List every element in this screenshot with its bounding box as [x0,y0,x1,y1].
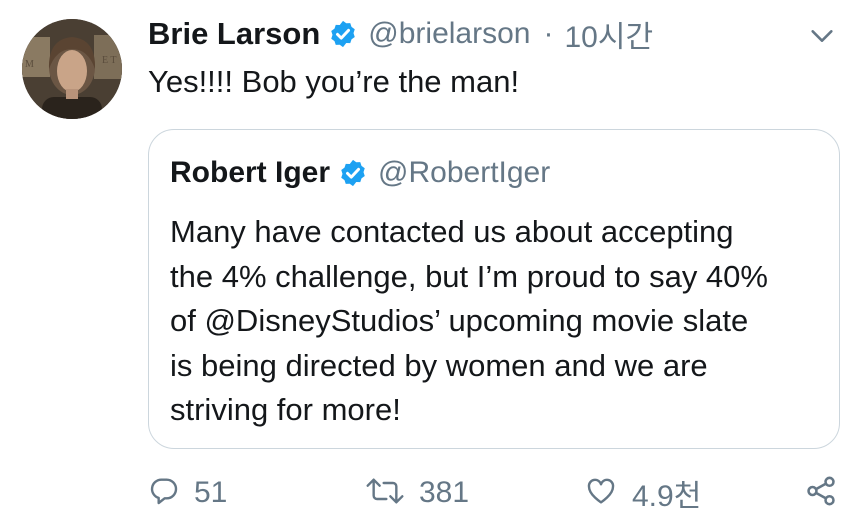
quoted-tweet[interactable]: Robert Iger @RobertIger Many have contac… [148,129,840,449]
quoted-author-handle: @RobertIger [378,156,551,189]
verified-badge-icon [338,158,368,188]
separator-dot: · [543,17,554,50]
quoted-tweet-text: Many have contacted us about accepting t… [170,210,820,433]
quoted-text-line: is being directed by women and we are [170,347,708,383]
like-button[interactable]: 4.9천 [584,470,701,516]
tweet-actions: 51 381 4.9천 [0,470,850,520]
quoted-text-line: the 4% challenge, but I’m proud to say 4… [170,258,768,294]
avatar-image: M E T [22,19,122,119]
tweet-timestamp[interactable]: 10시간 [564,12,653,56]
retweet-count: 381 [419,476,470,509]
author-name[interactable]: Brie Larson [148,16,320,52]
reply-count: 51 [194,476,228,509]
quoted-text-line: striving for more! [170,392,401,427]
svg-text:E T: E T [102,55,117,66]
retweet-button[interactable]: 381 [365,470,469,516]
retweet-icon [365,475,405,512]
chevron-down-icon[interactable] [808,22,836,55]
tweet-text: Yes!!!! Bob you’re the man! [148,64,520,99]
author-handle[interactable]: @brielarson [368,17,530,51]
quoted-text-line: Many have contacted us about accepting [170,214,734,249]
quoted-text-line: of @DisneyStudios’ upcoming movie slate [170,303,749,338]
quoted-tweet-header: Robert Iger @RobertIger [170,153,550,193]
share-icon [804,474,838,513]
reply-button[interactable]: 51 [148,470,227,516]
reply-icon [148,475,180,512]
quoted-author-name: Robert Iger [170,156,331,189]
like-count: 4.9천 [632,480,702,513]
svg-text:M: M [25,59,34,70]
avatar[interactable]: M E T [22,19,122,119]
like-icon [584,475,618,512]
verified-badge-icon [328,19,358,49]
share-button[interactable] [804,470,838,516]
tweet-header: Brie Larson @brielarson · 10시간 [148,14,653,54]
